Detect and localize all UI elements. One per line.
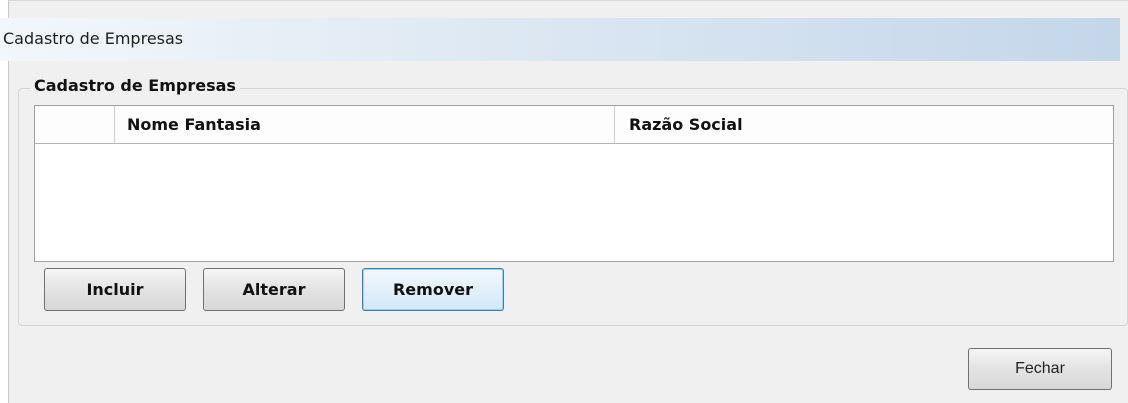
incluir-button[interactable]: Incluir [44, 268, 186, 311]
window-title: Cadastro de Empresas [3, 29, 184, 48]
column-header-razao-social[interactable]: Razão Social [615, 106, 1113, 143]
grid-header: Nome Fantasia Razão Social [35, 106, 1113, 144]
column-header-nome-fantasia[interactable]: Nome Fantasia [115, 106, 615, 143]
window-titlebar: Cadastro de Empresas [0, 18, 1120, 61]
remover-button[interactable]: Remover [362, 268, 504, 311]
row-indicator-header[interactable] [35, 106, 115, 143]
alterar-button[interactable]: Alterar [203, 268, 345, 311]
companies-grid[interactable]: Nome Fantasia Razão Social [34, 105, 1114, 262]
groupbox-title: Cadastro de Empresas [30, 76, 240, 95]
fechar-button[interactable]: Fechar [968, 348, 1112, 390]
